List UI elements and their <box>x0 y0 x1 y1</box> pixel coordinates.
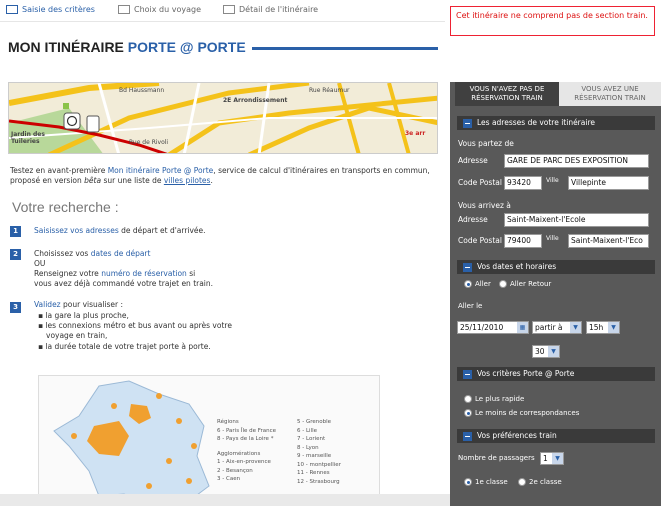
legend-col-2: 5 - Grenoble 6 - Lille 7 - Lorient 8 - L… <box>297 419 341 485</box>
step-number: 1 <box>10 226 21 237</box>
section-dates-header[interactable]: Vos dates et horaires <box>457 260 655 274</box>
start-marker <box>63 103 69 109</box>
radio-aller-retour[interactable]: Aller Retour <box>499 280 551 288</box>
step-bar: Saisie des critères Choix du voyage Déta… <box>0 0 445 22</box>
passagers-select[interactable]: 1 ▼ <box>540 452 564 465</box>
map-label: Jardin des Tuileries <box>11 131 45 145</box>
collapse-icon <box>463 262 472 272</box>
radio-icon <box>464 478 472 486</box>
partir-select[interactable]: partir à ▼ <box>532 321 582 334</box>
radio-icon <box>518 478 526 486</box>
route-map[interactable]: 2E Arrondissement Jardin des Tuileries 3… <box>8 82 438 154</box>
section-preferences-header[interactable]: Vos préférences train <box>457 429 655 443</box>
map-label: Bd Haussmann <box>119 87 165 94</box>
chevron-down-icon: ▼ <box>570 322 581 333</box>
map-label: Rue Réaumur <box>309 87 350 94</box>
list-item: voyage en train, <box>46 331 108 340</box>
chevron-down-icon: ▼ <box>552 453 563 464</box>
status-bar <box>0 494 450 506</box>
step-icon <box>6 5 18 14</box>
arrivee-title: Vous arrivez à <box>458 201 511 210</box>
step-3-text: Validez pour visualiser : <box>34 300 124 309</box>
section-heading: Votre recherche : <box>12 199 119 215</box>
villes-pilotes-link[interactable]: villes pilotes <box>164 176 211 185</box>
depart-cp-input[interactable]: 93420 <box>504 176 542 190</box>
adresse-label: Adresse <box>458 156 488 165</box>
list-item: ▪ les connexions métro et bus avant ou a… <box>38 321 232 330</box>
depart-address-input[interactable]: GARE DE PARC DES EXPOSITION <box>504 154 649 168</box>
radio-plus-rapide[interactable]: Le plus rapide <box>464 395 524 403</box>
france-shape <box>53 380 210 505</box>
step-detail[interactable]: Détail de l'itinéraire <box>223 5 318 14</box>
collapse-icon <box>463 431 472 441</box>
adresse-label: Adresse <box>458 215 488 224</box>
step-icon <box>118 5 130 14</box>
service-link[interactable]: Mon itinéraire Porte @ Porte <box>108 166 214 175</box>
arrivee-cp-input[interactable]: 79400 <box>504 234 542 248</box>
intro-text: Testez en avant-première Mon itinéraire … <box>10 166 430 185</box>
cp-label: Code Postal <box>458 236 502 245</box>
legend-col-1: Régions 6 - Paris Île de France 8 - Pays… <box>217 419 277 482</box>
radio-icon <box>464 395 472 403</box>
step-number: 2 <box>10 249 21 260</box>
step-2-text: Choisissez vos dates de départ OU Rensei… <box>34 249 214 288</box>
step-icon <box>223 5 235 14</box>
page-title: MON ITINÉRAIRE PORTE @ PORTE <box>8 39 246 55</box>
date-input[interactable]: 25/11/2010 ▦ <box>457 321 529 334</box>
map-svg <box>9 83 437 153</box>
radio-moins-correspondances[interactable]: Le moins de correspondances <box>464 409 579 417</box>
arrivee-ville-input[interactable]: Saint-Maixent-l'Eco <box>568 234 649 248</box>
minutes-select[interactable]: 30 ▼ <box>532 345 560 358</box>
france-map: Régions 6 - Paris Île de France 8 - Pays… <box>38 375 380 506</box>
depart-title: Vous partez de <box>458 139 514 148</box>
radio-icon <box>499 280 507 288</box>
tab-sans-reservation[interactable]: VOUS N'AVEZ PAS DE RÉSERVATION TRAIN <box>455 82 559 106</box>
section-criteres-header[interactable]: Vos critères Porte @ Porte <box>457 367 655 381</box>
radio-seconde-classe[interactable]: 2e classe <box>518 478 562 486</box>
list-item: ▪ la gare la plus proche, <box>38 311 129 320</box>
map-label: 3e arr <box>405 130 426 137</box>
title-underline <box>252 47 438 50</box>
radio-aller[interactable]: Aller <box>464 280 491 288</box>
passagers-label: Nombre de passagers <box>458 454 535 462</box>
cp-label: Code Postal <box>458 178 502 187</box>
radio-icon <box>464 280 472 288</box>
step-choix[interactable]: Choix du voyage <box>118 5 201 14</box>
hour-select[interactable]: 15h ▼ <box>586 321 620 334</box>
ville-label: Ville <box>546 235 559 242</box>
collapse-icon <box>463 369 472 379</box>
warning-box: Cet itinéraire ne comprend pas de sectio… <box>450 6 655 36</box>
step-1-text: Saisissez vos adresses de départ et d'ar… <box>34 226 206 235</box>
step-number: 3 <box>10 302 21 313</box>
step-saisie[interactable]: Saisie des critères <box>6 5 95 14</box>
collapse-icon <box>463 118 472 128</box>
depart-ville-input[interactable]: Villepinte <box>568 176 649 190</box>
chevron-down-icon: ▼ <box>548 346 559 357</box>
chevron-down-icon: ▼ <box>608 322 619 333</box>
list-item: ▪ la durée totale de votre trajet porte … <box>38 342 211 351</box>
walk-marker <box>86 115 100 133</box>
aller-le-label: Aller le <box>458 302 483 310</box>
arrivee-address-input[interactable]: Saint-Maixent-l'Ecole <box>504 213 649 227</box>
calendar-icon: ▦ <box>517 322 528 333</box>
radio-icon <box>464 409 472 417</box>
tab-avec-reservation[interactable]: VOUS AVEZ UNE RÉSERVATION TRAIN <box>559 82 661 106</box>
section-addresses-header[interactable]: Les adresses de votre itinéraire <box>457 116 655 130</box>
map-label: Rue de Rivoli <box>129 139 169 146</box>
ville-label: Ville <box>546 177 559 184</box>
radio-premiere-classe[interactable]: 1e classe <box>464 478 508 486</box>
metro-marker <box>63 112 81 130</box>
map-label: 2E Arrondissement <box>223 97 288 104</box>
